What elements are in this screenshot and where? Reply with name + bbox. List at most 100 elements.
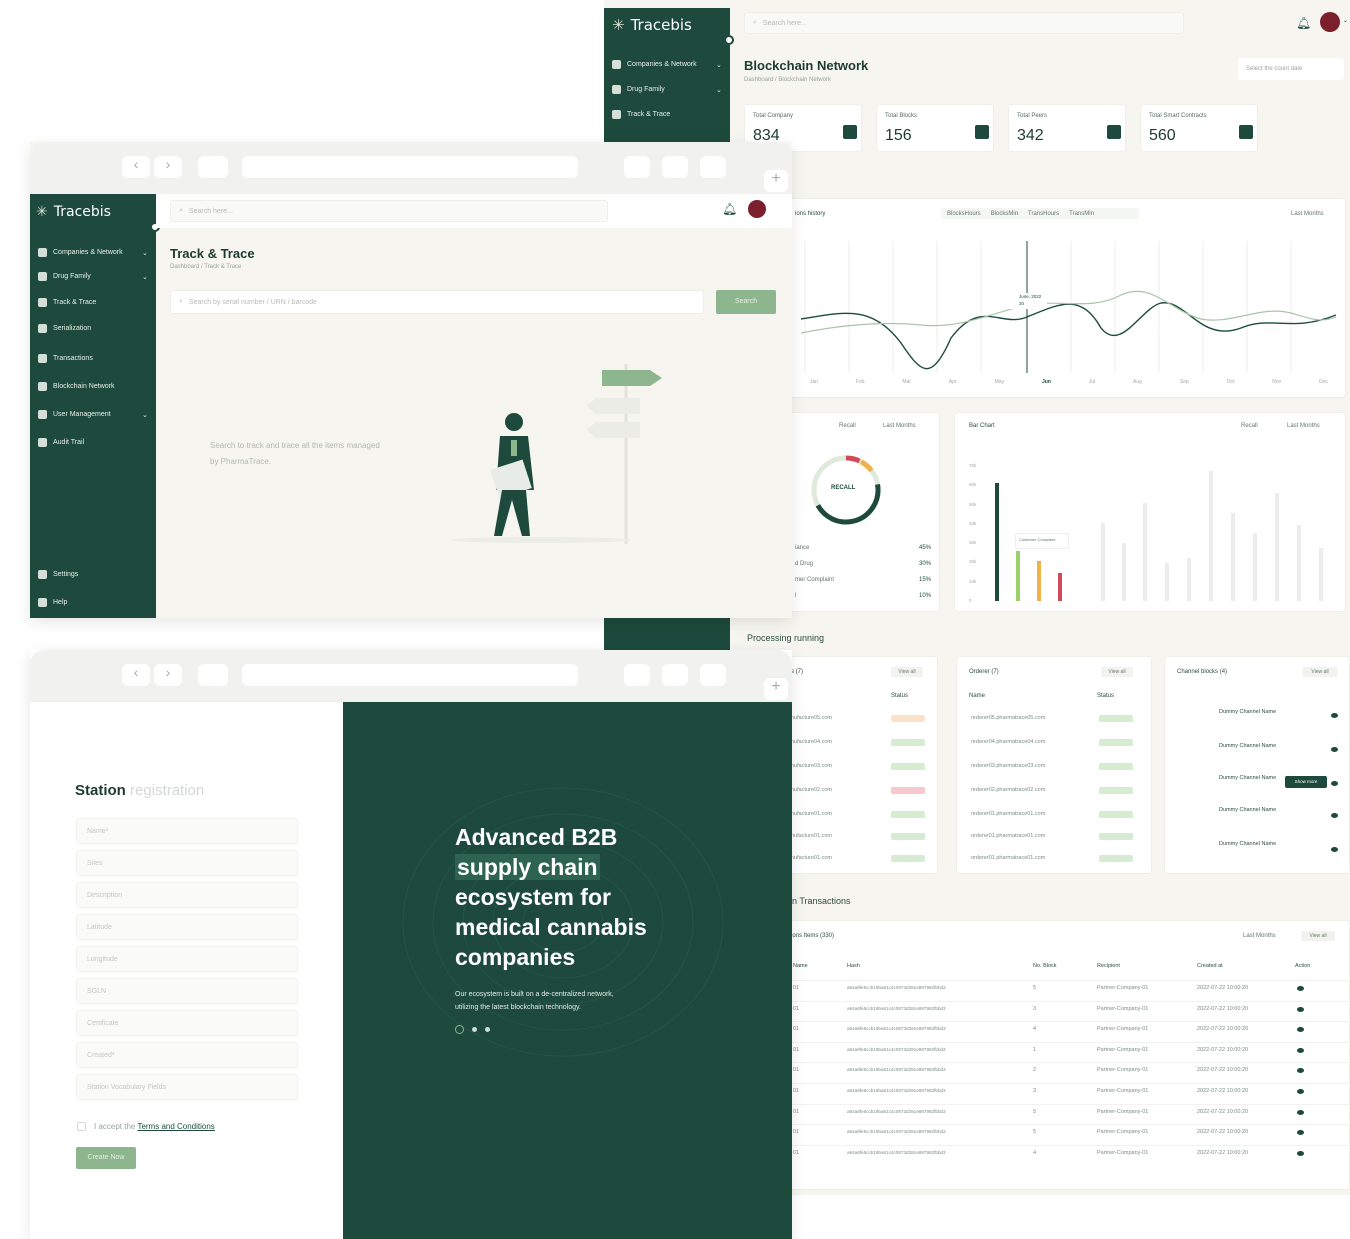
carousel-dot-active[interactable] [455, 1025, 464, 1034]
share-icon[interactable] [662, 156, 688, 178]
eye-icon[interactable] [1297, 1047, 1304, 1053]
eye-icon[interactable] [1297, 986, 1304, 991]
dash-search-input[interactable]: ⌕ Search here... [744, 12, 1184, 34]
logo-star-icon: ✳ [36, 204, 48, 220]
bar-chart-title: Bar Chart [969, 423, 995, 429]
forward-button[interactable]: › [154, 156, 182, 178]
logo-text: Tracebis [630, 16, 692, 34]
carousel-dot[interactable] [485, 1027, 490, 1032]
bar [1037, 561, 1041, 601]
created-field[interactable]: Created* [76, 1042, 298, 1068]
eye-icon[interactable] [1331, 747, 1338, 752]
status-badge [891, 739, 925, 746]
name-field[interactable]: Name* [76, 818, 298, 844]
sidebar-item-blockchain[interactable]: Blockchain Network [38, 382, 114, 391]
status-badge [1099, 715, 1133, 722]
create-now-button[interactable]: Create Now [76, 1147, 136, 1169]
tx-period-select[interactable]: Last Months [1243, 933, 1276, 939]
carousel-dot[interactable] [472, 1027, 477, 1032]
eye-icon[interactable] [1297, 1109, 1304, 1115]
new-tab-button[interactable]: + [764, 678, 788, 700]
address-bar[interactable] [242, 664, 578, 686]
table-cell-recipient: Partner-Company-01 [1097, 1067, 1149, 1074]
terms-checkbox[interactable] [77, 1122, 86, 1131]
sidebar-item-track[interactable]: Track & Trace [38, 298, 96, 307]
bar-filter-period[interactable]: Last Months [1287, 423, 1320, 429]
sidebar-item-help[interactable]: Help [38, 598, 67, 607]
eye-icon[interactable] [1331, 781, 1338, 786]
tabs-icon[interactable] [700, 156, 726, 178]
sgln-field[interactable]: SGLN [76, 978, 298, 1004]
chevron-down-icon: ⌄ [716, 61, 722, 69]
certificate-field[interactable]: Certificate [76, 1010, 298, 1036]
eye-icon[interactable] [1331, 813, 1338, 818]
table-cell-hash: a94a8fe5ccb19ba61c4c0873d391e987982fbbd3 [847, 1088, 946, 1093]
bell-icon[interactable]: 🔔︎ [722, 202, 737, 216]
dash-sidebar-item-drug-family[interactable]: Drug Family ⌄ [612, 85, 722, 94]
new-tab-button[interactable]: + [764, 170, 788, 192]
sidebar-toggle-button[interactable] [198, 664, 228, 686]
sidebar-item-serialization[interactable]: Serialization [38, 324, 91, 333]
search-button[interactable]: Search [716, 290, 776, 314]
back-button[interactable]: ‹ [122, 664, 150, 686]
table-cell-recipient: Partner-Company-01 [1097, 1046, 1149, 1053]
back-button[interactable]: ‹ [122, 156, 150, 178]
view-all-button[interactable]: View all [1303, 667, 1337, 677]
tabs-icon[interactable] [700, 664, 726, 686]
sites-field[interactable]: Sites [76, 850, 298, 876]
avatar[interactable] [748, 200, 766, 218]
bar [1209, 471, 1213, 601]
table-cell-hash: a94a8fe5ccb19ba61c4c0873d391e987982fbbd3 [847, 1067, 946, 1073]
view-all-button[interactable]: View all [1301, 931, 1335, 941]
chevron-down-icon: ⌄ [716, 86, 722, 94]
sidebar-item-drug-family[interactable]: Drug Family ⌄ [38, 272, 148, 281]
avatar[interactable] [1320, 12, 1340, 32]
date-select[interactable]: Select the count date [1238, 58, 1344, 80]
show-more-tooltip[interactable]: Show more [1285, 776, 1327, 788]
status-badge [891, 787, 925, 794]
table-cell-name: 01 [793, 1005, 800, 1012]
address-bar[interactable] [242, 156, 578, 178]
donut-filter-recall[interactable]: Recall [839, 423, 856, 429]
eye-icon[interactable] [1297, 1027, 1304, 1033]
view-all-button[interactable]: View all [1101, 667, 1133, 677]
breadcrumb[interactable]: Dashboard / Blockchain Network [744, 77, 831, 83]
breadcrumb[interactable]: Dashboard / Track & Trace [170, 264, 241, 270]
latitude-field[interactable]: Latitude [76, 914, 298, 940]
sidebar-collapse-icon[interactable] [724, 35, 734, 45]
eye-icon[interactable] [1331, 713, 1338, 718]
bar-filter-recall[interactable]: Recall [1241, 423, 1258, 429]
longitude-field[interactable]: Longitude [76, 946, 298, 972]
table-cell-name: 01 [793, 1108, 800, 1115]
serial-search-input[interactable]: ⌕ Search by serial number / URN / barcode [170, 290, 704, 314]
forward-button[interactable]: › [154, 664, 182, 686]
dash-sidebar-item-companies[interactable]: Companies & Network ⌄ [612, 60, 722, 69]
eye-icon[interactable] [1297, 1150, 1304, 1156]
dash-sidebar-item-track[interactable]: Track & Trace [612, 110, 670, 119]
info-icon[interactable] [624, 664, 650, 686]
terms-link[interactable]: Terms and Conditions [137, 1122, 214, 1131]
table-cell-created: 2022-07-22 10:00:20 [1197, 985, 1249, 991]
sidebar-toggle-button[interactable] [198, 156, 228, 178]
sidebar-item-settings[interactable]: Settings [38, 570, 78, 579]
eye-icon[interactable] [1297, 1068, 1304, 1074]
eye-icon[interactable] [1331, 847, 1338, 852]
eye-icon[interactable] [1297, 1006, 1304, 1012]
eye-icon[interactable] [1297, 1130, 1304, 1136]
sidebar-item-users[interactable]: User Management ⌄ [38, 410, 148, 419]
description-field[interactable]: Description [76, 882, 298, 908]
avatar-chevron-icon[interactable]: ⌄ [1343, 17, 1348, 24]
sidebar-item-transactions[interactable]: Transactions [38, 354, 93, 363]
eye-icon[interactable] [1297, 1089, 1304, 1094]
tooltip-title: June, 2022 [1019, 294, 1042, 299]
info-icon[interactable] [624, 156, 650, 178]
bell-icon[interactable]: 🔔︎ [1296, 16, 1311, 30]
share-icon[interactable] [662, 664, 688, 686]
sidebar-item-audit[interactable]: Audit Trail [38, 438, 84, 447]
vocabulary-field[interactable]: Station Vocabulary Fields [76, 1074, 298, 1100]
donut-filter-period[interactable]: Last Months [883, 423, 916, 429]
sidebar-item-companies[interactable]: Companies & Network ⌄ [38, 248, 148, 257]
view-all-button[interactable]: View all [891, 667, 923, 677]
history-period-select[interactable]: Last Months [1291, 211, 1324, 217]
track-search-input[interactable]: ⌕ Search here... [170, 200, 608, 222]
